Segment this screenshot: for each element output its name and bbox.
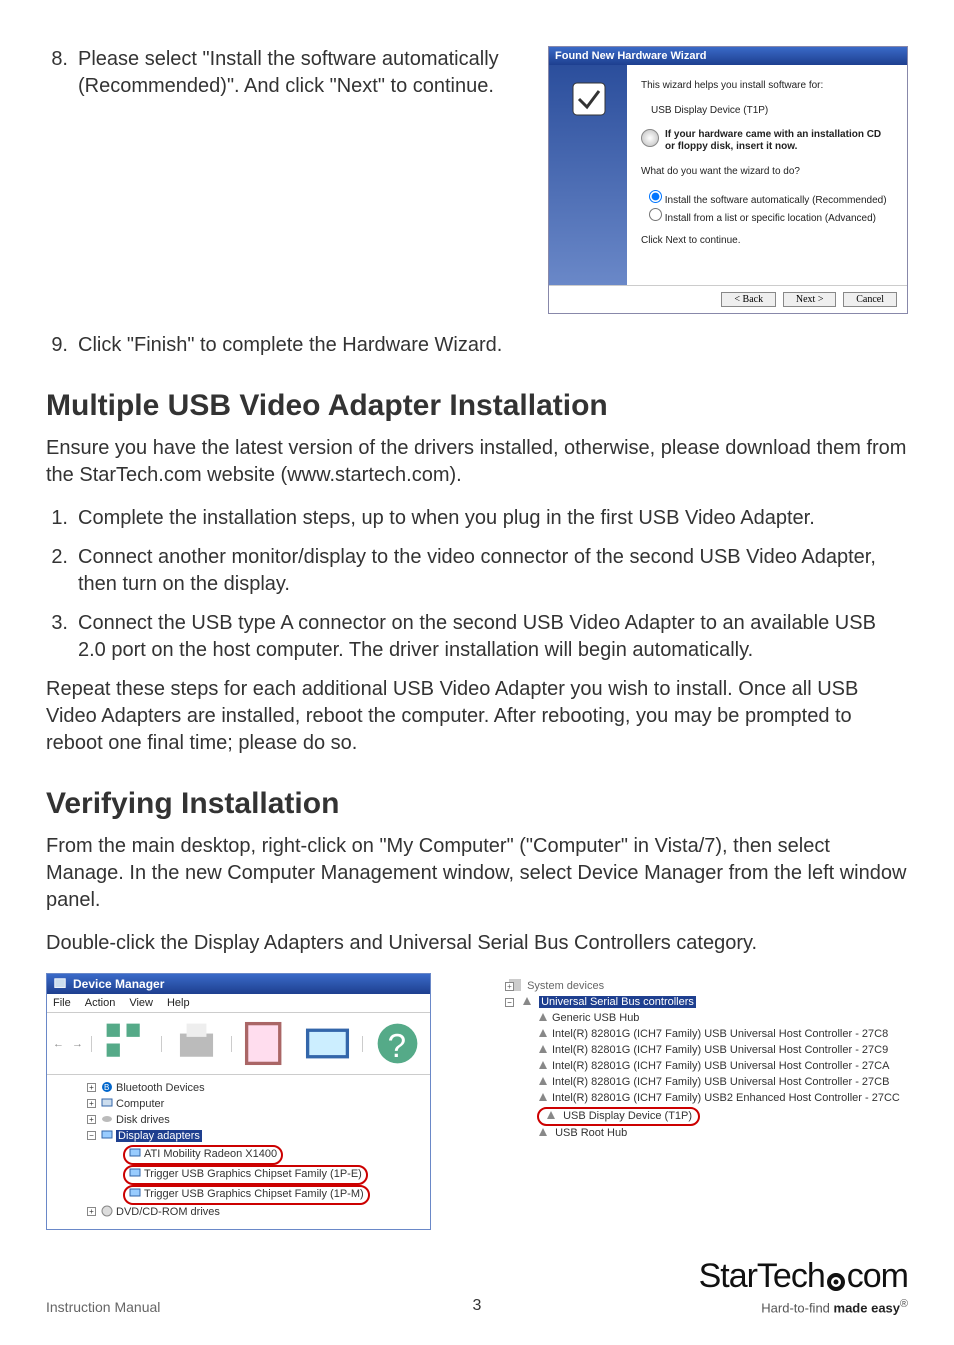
- svg-text:B: B: [104, 1083, 109, 1092]
- dm-node[interactable]: +Disk drives: [51, 1113, 426, 1129]
- usb-item[interactable]: Intel(R) 82801G (ICH7 Family) USB Univer…: [501, 1027, 891, 1043]
- usb-item[interactable]: Intel(R) 82801G (ICH7 Family) USB Univer…: [501, 1075, 891, 1091]
- nav-forward-icon[interactable]: →: [72, 1038, 83, 1050]
- step8-row: 8. Please select "Install the software a…: [46, 46, 908, 314]
- usb-item[interactable]: Intel(R) 82801G (ICH7 Family) USB Univer…: [501, 1059, 891, 1075]
- step-8: 8. Please select "Install the software a…: [46, 46, 532, 100]
- dm-menu-help[interactable]: Help: [167, 997, 190, 1009]
- nav-back-icon[interactable]: ←: [53, 1038, 64, 1050]
- page-footer: Instruction Manual 3 StarTech com Hard-t…: [46, 1257, 908, 1315]
- step-9: 9. Click "Finish" to complete the Hardwa…: [46, 332, 908, 359]
- collapse-icon[interactable]: −: [87, 1131, 96, 1140]
- usb-item[interactable]: Intel(R) 82801G (ICH7 Family) USB Univer…: [501, 1043, 891, 1059]
- expand-icon[interactable]: +: [505, 982, 514, 991]
- usb-item[interactable]: Generic USB Hub: [501, 1011, 891, 1027]
- wizard-click-next: Click Next to continue.: [641, 234, 893, 247]
- dm-node[interactable]: ATI Mobility Radeon X1400: [51, 1145, 426, 1165]
- footer-manual-label: Instruction Manual: [46, 1299, 160, 1315]
- expand-icon[interactable]: +: [87, 1099, 96, 1108]
- usb-display-device[interactable]: USB Display Device (T1P): [501, 1107, 891, 1127]
- screenshots-row: Device Manager FileActionViewHelp ← → ? …: [46, 973, 908, 1230]
- dm-titlebar: Device Manager: [47, 974, 430, 994]
- dm-node[interactable]: Trigger USB Graphics Chipset Family (1P-…: [51, 1165, 426, 1185]
- dm-menubar[interactable]: File Action View Help: [47, 994, 430, 1013]
- multi-step-3: 3.Connect the USB type A connector on th…: [46, 610, 908, 664]
- multi-outro: Repeat these steps for each additional U…: [46, 676, 908, 757]
- multi-step-2: 2.Connect another monitor/display to the…: [46, 544, 908, 598]
- wizard-back-button[interactable]: < Back: [721, 292, 776, 307]
- expand-icon[interactable]: +: [87, 1207, 96, 1216]
- wizard-option-auto[interactable]: Install the software automatically (Reco…: [649, 190, 893, 206]
- expand-icon[interactable]: +: [87, 1115, 96, 1124]
- verify-p1: From the main desktop, right-click on "M…: [46, 833, 908, 914]
- dm-node[interactable]: +Computer: [51, 1097, 426, 1113]
- dm-menu-file[interactable]: File: [53, 997, 71, 1009]
- scan-icon[interactable]: [301, 1017, 354, 1070]
- wizard-question: What do you want the wizard to do?: [641, 165, 893, 178]
- tree-icon[interactable]: [100, 1017, 153, 1070]
- dm-node[interactable]: Trigger USB Graphics Chipset Family (1P-…: [51, 1185, 426, 1205]
- system-devices-peek: + System devices: [501, 979, 891, 995]
- expand-icon[interactable]: +: [87, 1083, 96, 1092]
- device-manager-window: Device Manager FileActionViewHelp ← → ? …: [46, 973, 431, 1230]
- multi-step-1: 1.Complete the installation steps, up to…: [46, 505, 908, 532]
- wizard-cd-hint: If your hardware came with an installati…: [641, 129, 893, 153]
- startech-logo: StarTech com Hard-to-find made easy®: [699, 1257, 908, 1315]
- dm-menu-view[interactable]: View: [129, 997, 153, 1009]
- usb-root-hub[interactable]: USB Root Hub: [501, 1126, 891, 1142]
- wizard-sidebar-image: [549, 65, 627, 285]
- heading-verifying: Verifying Installation: [46, 787, 908, 821]
- help-icon[interactable]: ?: [371, 1017, 424, 1070]
- dm-tree[interactable]: +BBluetooth Devices+Computer+Disk drives…: [47, 1075, 430, 1229]
- cd-icon: [641, 129, 659, 147]
- collapse-icon[interactable]: −: [505, 998, 514, 1007]
- dm-toolbar[interactable]: ← → ?: [47, 1013, 430, 1075]
- dm-node[interactable]: +BBluetooth Devices: [51, 1081, 426, 1097]
- usb-controllers-root[interactable]: − Universal Serial Bus controllers: [501, 995, 891, 1011]
- svg-text:?: ?: [388, 1028, 406, 1065]
- heading-multiple-install: Multiple USB Video Adapter Installation: [46, 389, 908, 423]
- footer-page-number: 3: [473, 1297, 482, 1315]
- dm-node[interactable]: +DVD/CD-ROM drives: [51, 1205, 426, 1221]
- usb-item[interactable]: Intel(R) 82801G (ICH7 Family) USB2 Enhan…: [501, 1091, 891, 1107]
- wizard-option-list[interactable]: Install from a list or specific location…: [649, 208, 893, 224]
- verify-p2: Double-click the Display Adapters and Un…: [46, 930, 908, 957]
- wizard-cancel-button[interactable]: Cancel: [843, 292, 897, 307]
- dm-node[interactable]: −Display adapters: [51, 1129, 426, 1145]
- properties-icon[interactable]: [240, 1017, 293, 1070]
- usb-controllers-tree: + System devices − Universal Serial Bus …: [501, 973, 891, 1230]
- wizard-next-button[interactable]: Next >: [783, 292, 837, 307]
- dm-menu-action[interactable]: Action: [85, 997, 116, 1009]
- multi-intro: Ensure you have the latest version of th…: [46, 435, 908, 489]
- wizard-intro: This wizard helps you install software f…: [641, 79, 893, 92]
- print-icon[interactable]: [170, 1017, 223, 1070]
- wizard-device: USB Display Device (T1P): [651, 104, 893, 117]
- wizard-title: Found New Hardware Wizard: [549, 47, 907, 65]
- hardware-wizard-dialog: Found New Hardware Wizard This wizard he…: [548, 46, 908, 314]
